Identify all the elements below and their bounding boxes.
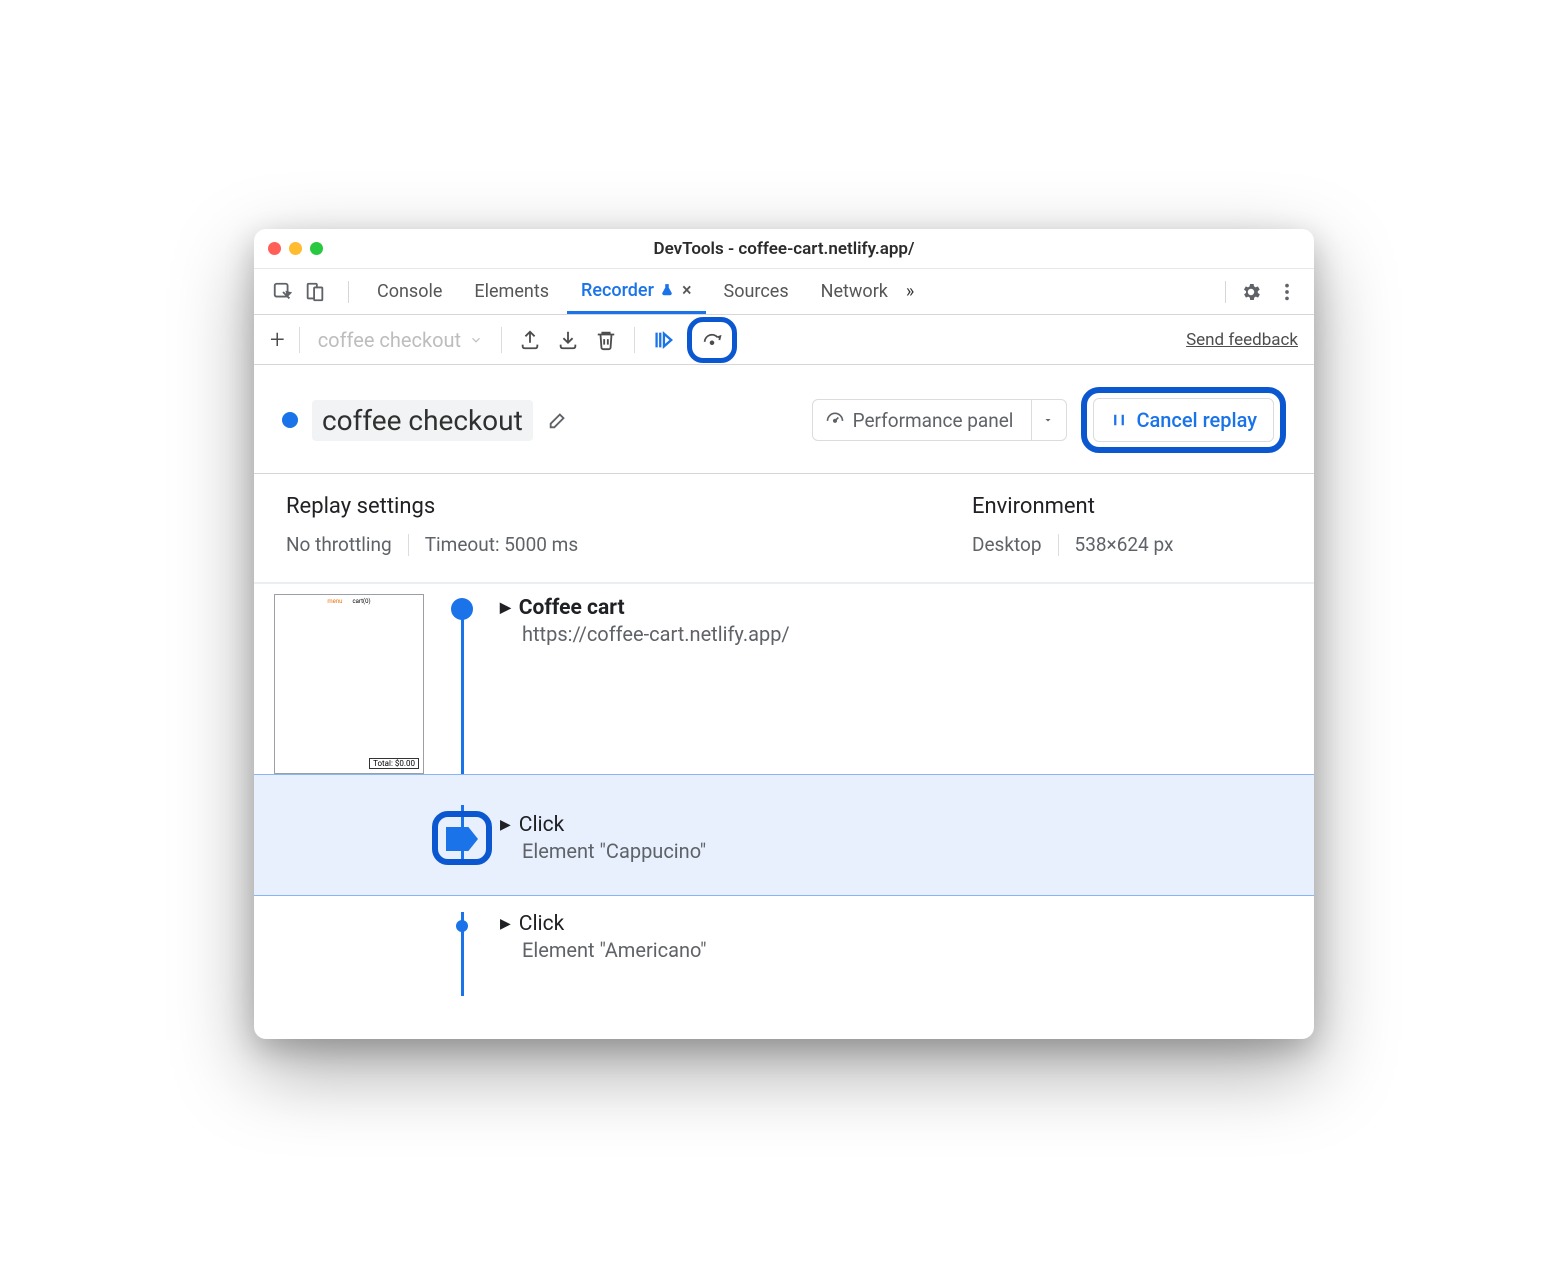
- slow-replay-icon[interactable]: [698, 326, 726, 354]
- device-value: Desktop: [972, 533, 1042, 556]
- step-subtitle: https://coffee-cart.netlify.app/: [522, 622, 1294, 646]
- throttling-value[interactable]: No throttling: [286, 533, 392, 556]
- recording-status-dot: [282, 412, 298, 428]
- devtools-window: DevTools - coffee-cart.netlify.app/ Cons…: [254, 229, 1314, 1039]
- export-icon[interactable]: [516, 326, 544, 354]
- tab-recorder[interactable]: Recorder ×: [567, 269, 706, 314]
- performance-panel-label: Performance panel: [853, 409, 1014, 432]
- device-toolbar-icon[interactable]: [304, 281, 326, 303]
- step-row[interactable]: menu cart(0) Total: $0.00 ▶Coffee cart h…: [254, 584, 1314, 774]
- slow-replay-highlight: [687, 317, 737, 363]
- tab-network[interactable]: Network: [807, 269, 902, 314]
- performance-panel-dropdown-icon[interactable]: [1031, 400, 1054, 440]
- recording-name[interactable]: coffee checkout: [312, 400, 533, 441]
- step-row-active[interactable]: ▶Click Element "Cappucino": [254, 774, 1314, 896]
- timeout-value[interactable]: Timeout: 5000 ms: [425, 533, 578, 556]
- more-tabs-icon[interactable]: »: [906, 281, 914, 302]
- step-subtitle: Element "Americano": [522, 938, 1294, 962]
- timeline-node-start: [451, 598, 473, 620]
- current-step-highlight: [432, 811, 492, 865]
- window-title: DevTools - coffee-cart.netlify.app/: [254, 239, 1314, 259]
- settings-section: Replay settings No throttling Timeout: 5…: [254, 474, 1314, 584]
- dimensions-value: 538×624 px: [1075, 533, 1174, 556]
- steps-timeline: menu cart(0) Total: $0.00 ▶Coffee cart h…: [254, 584, 1314, 1039]
- performance-panel-select[interactable]: Performance panel: [812, 399, 1068, 441]
- step-title: ▶Coffee cart: [500, 596, 1294, 620]
- devtools-tabbar: Console Elements Recorder × Sources Netw…: [254, 269, 1314, 315]
- close-tab-icon[interactable]: ×: [682, 280, 692, 301]
- step-title: ▶Click: [500, 813, 1294, 837]
- recording-select[interactable]: coffee checkout: [314, 328, 487, 352]
- cancel-replay-button[interactable]: Cancel replay: [1093, 398, 1274, 442]
- settings-gear-icon[interactable]: [1240, 281, 1262, 303]
- environment-heading: Environment: [972, 494, 1282, 519]
- expand-caret-icon[interactable]: ▶: [500, 817, 511, 833]
- experiment-icon: [660, 283, 674, 297]
- screenshot-thumbnail: menu cart(0) Total: $0.00: [274, 594, 424, 774]
- expand-caret-icon[interactable]: ▶: [500, 600, 511, 616]
- step-row[interactable]: ▶Click Element "Americano": [254, 896, 1314, 996]
- recorder-toolbar: + coffee checkout Send feedback: [254, 315, 1314, 365]
- cancel-replay-highlight: Cancel replay: [1081, 387, 1286, 453]
- traffic-lights: [268, 242, 323, 255]
- timeline-node: [456, 920, 468, 932]
- tab-elements[interactable]: Elements: [460, 269, 563, 314]
- expand-caret-icon[interactable]: ▶: [500, 916, 511, 932]
- timeline-node-current: [446, 827, 478, 851]
- titlebar: DevTools - coffee-cart.netlify.app/: [254, 229, 1314, 269]
- import-icon[interactable]: [554, 326, 582, 354]
- recording-header: coffee checkout Performance panel Cancel…: [254, 365, 1314, 474]
- step-play-icon[interactable]: [649, 326, 677, 354]
- send-feedback-link[interactable]: Send feedback: [1186, 330, 1298, 350]
- delete-icon[interactable]: [592, 326, 620, 354]
- tab-console[interactable]: Console: [363, 269, 456, 314]
- cancel-replay-label: Cancel replay: [1136, 408, 1257, 432]
- step-title: ▶Click: [500, 912, 1294, 936]
- minimize-window-button[interactable]: [289, 242, 302, 255]
- kebab-menu-icon[interactable]: [1276, 281, 1298, 303]
- replay-settings-heading: Replay settings: [286, 494, 972, 519]
- maximize-window-button[interactable]: [310, 242, 323, 255]
- edit-name-icon[interactable]: [547, 409, 569, 431]
- step-subtitle: Element "Cappucino": [522, 839, 1294, 863]
- tab-sources[interactable]: Sources: [710, 269, 803, 314]
- close-window-button[interactable]: [268, 242, 281, 255]
- new-recording-button[interactable]: +: [270, 325, 285, 355]
- inspect-element-icon[interactable]: [272, 281, 294, 303]
